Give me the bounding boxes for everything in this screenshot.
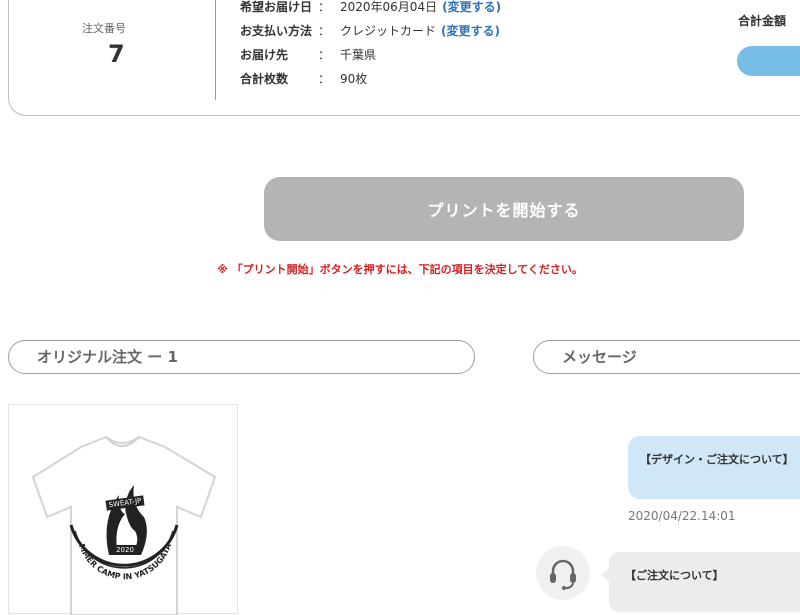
message-bubble-order[interactable]: 【ご注文について】 [601, 552, 800, 612]
total-quantity-row: 合計枚数 ： 90枚 [240, 70, 367, 88]
delivery-date-label: 希望お届け日 [240, 0, 313, 14]
tshirt-image: SWEAT-JP 2020 SUMMER CAMP IN YATSUGATAKE [9, 405, 217, 615]
delivery-date-value: 2020年06月04日 [340, 0, 438, 14]
payment-method-value: クレジットカード [340, 24, 437, 38]
order-summary-card [8, 0, 800, 116]
row-colon: ： [318, 24, 331, 38]
original-order-header[interactable]: オリジナル注文 ー 1 [8, 340, 475, 374]
total-amount-button[interactable] [737, 46, 800, 76]
row-colon: ： [318, 72, 331, 86]
destination-row: お届け先 ： 千葉県 [240, 46, 376, 64]
order-number: 7 [108, 40, 125, 68]
payment-method-label: お支払い方法 [240, 24, 313, 38]
start-print-button[interactable]: プリントを開始する [264, 177, 744, 241]
change-payment-method-link[interactable]: (変更する) [441, 24, 500, 38]
support-avatar [536, 546, 590, 600]
product-thumbnail[interactable]: SWEAT-JP 2020 SUMMER CAMP IN YATSUGATAKE [8, 404, 238, 615]
total-quantity-label: 合計枚数 [240, 72, 289, 86]
payment-method-row: お支払い方法 ： クレジットカード (変更する) [240, 22, 500, 40]
message-timestamp: 2020/04/22.14:01 [628, 509, 736, 523]
message-bubble-design[interactable]: 【デザイン・ご注文について】 [628, 436, 800, 499]
destination-label: お届け先 [240, 48, 289, 62]
delivery-date-row: 希望お届け日 ： 2020年06月04日 (変更する) [240, 0, 501, 16]
row-colon: ： [318, 0, 331, 14]
total-amount-label: 合計金額 [738, 14, 787, 28]
headset-icon [550, 559, 576, 590]
print-year: 2020 [116, 546, 134, 554]
print-warning-text: ※ 「プリント開始」ボタンを押すには、下記の項目を決定してください。 [217, 263, 583, 276]
change-delivery-date-link[interactable]: (変更する) [442, 0, 501, 14]
destination-value: 千葉県 [340, 48, 377, 62]
total-quantity-value: 90枚 [340, 72, 368, 86]
order-number-label: 注文番号 [82, 22, 126, 35]
message-header[interactable]: メッセージ [533, 340, 800, 374]
order-divider [215, 0, 216, 100]
row-colon: ： [318, 48, 331, 62]
